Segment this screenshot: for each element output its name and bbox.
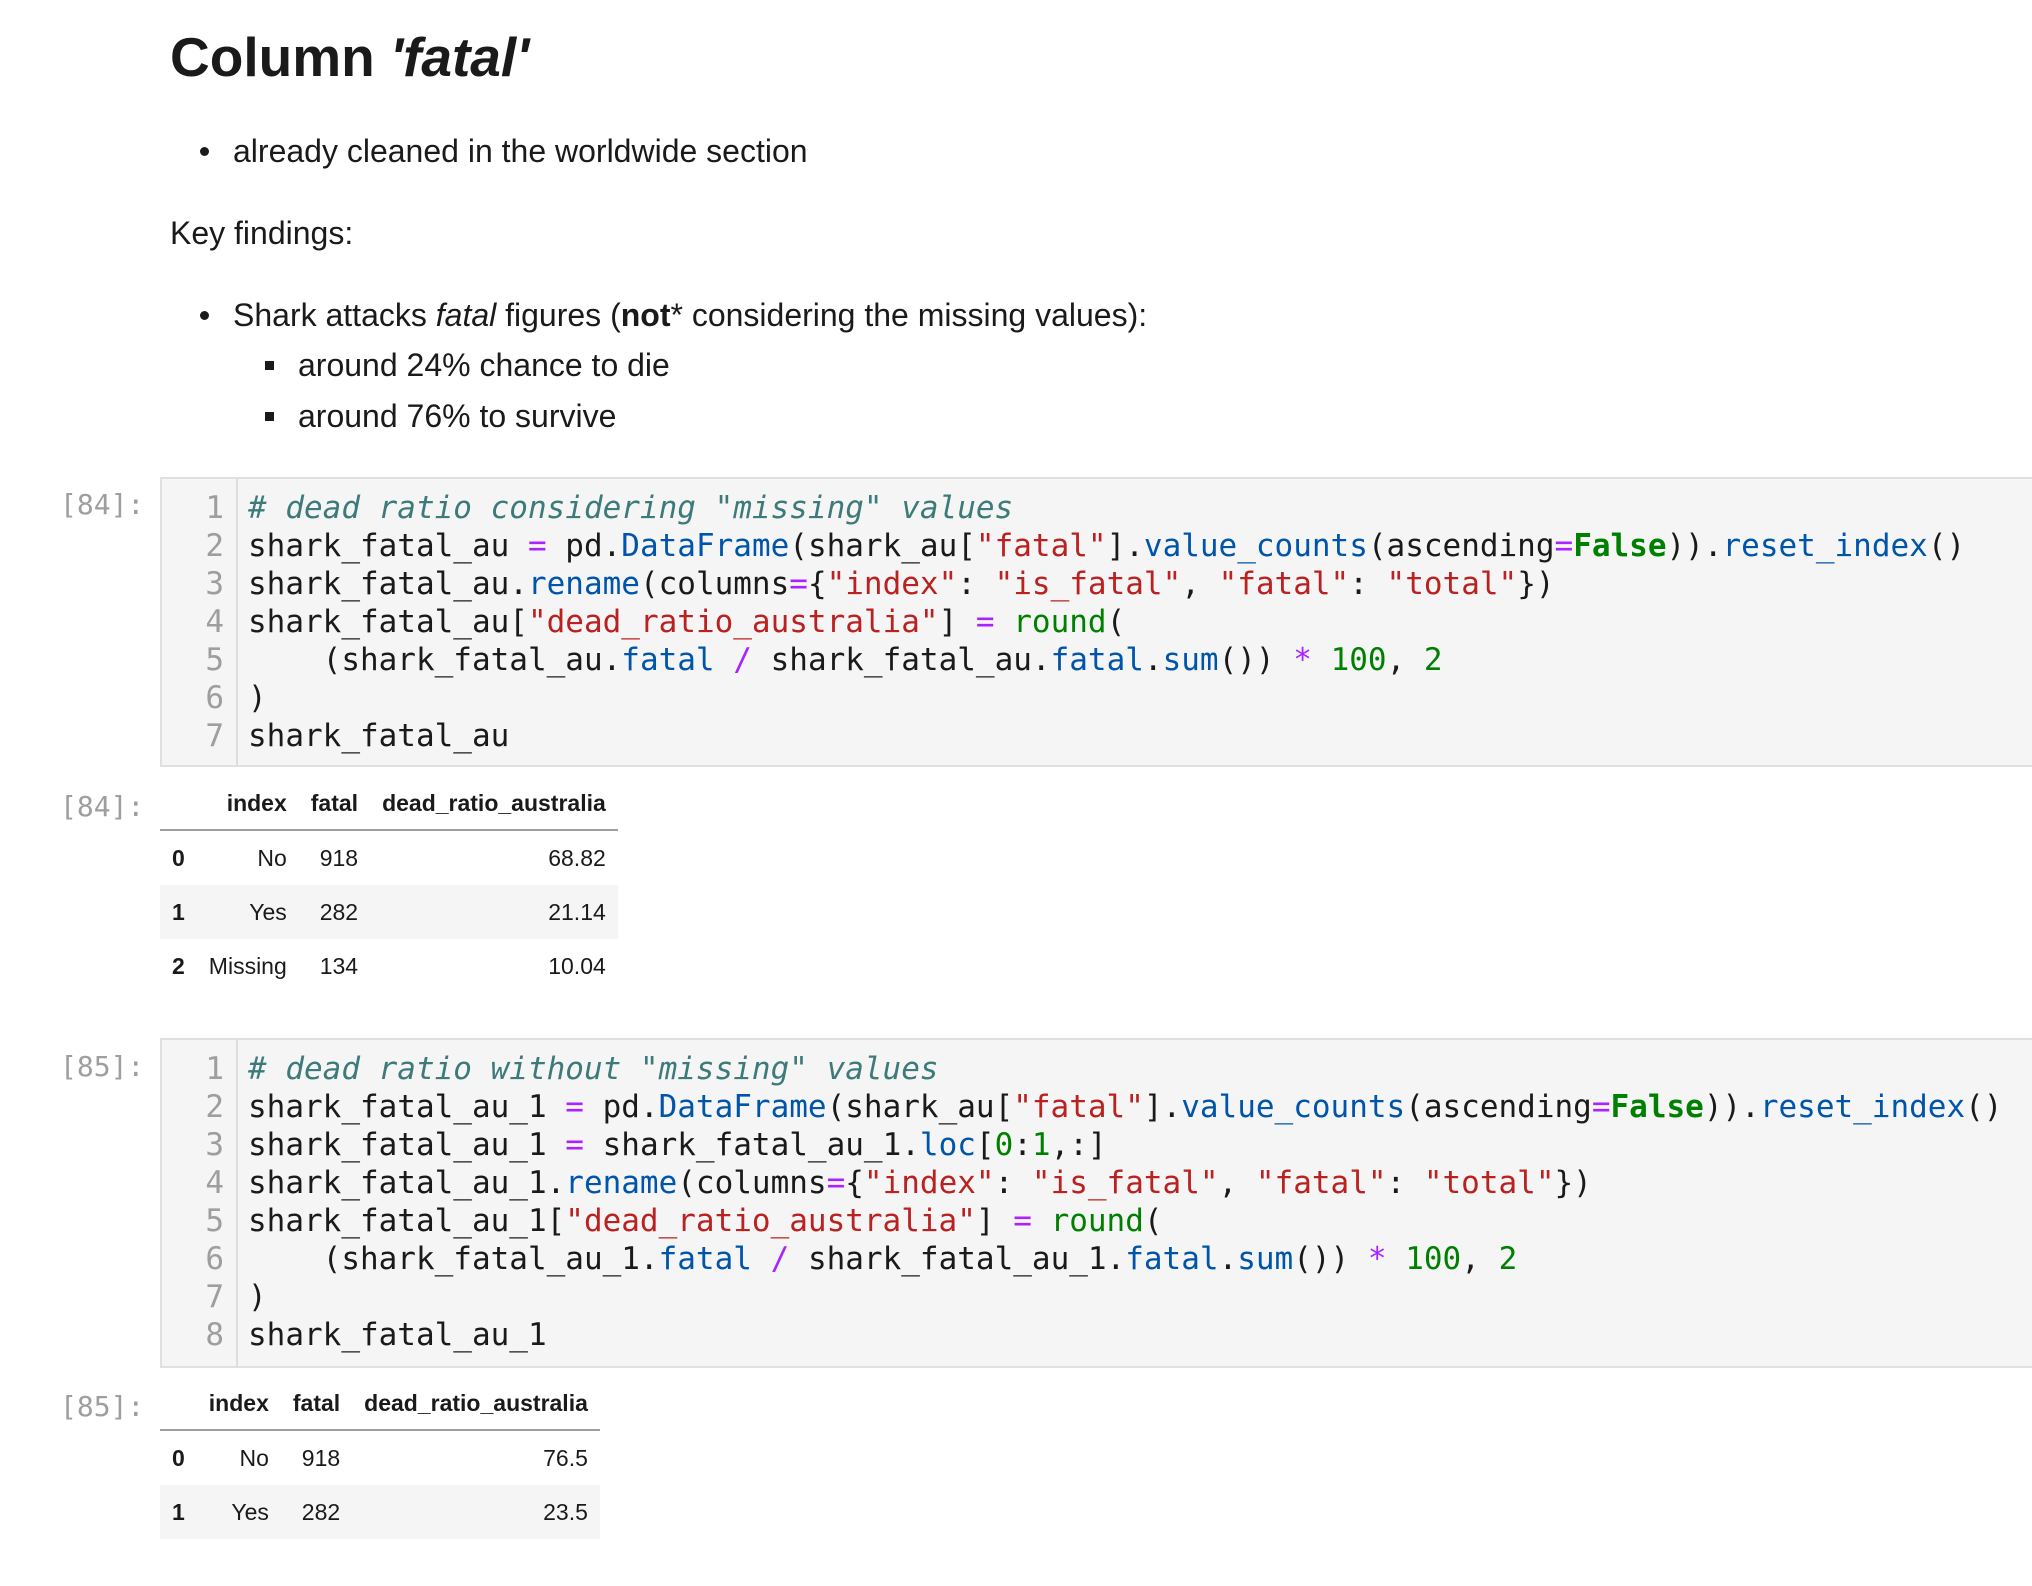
output-prompt: [84]:	[60, 790, 145, 823]
code-line: shark_fatal_au	[248, 718, 510, 754]
code-line: (shark_fatal_au_1.fatal / shark_fatal_au…	[248, 1241, 1518, 1277]
line-number: 1	[205, 490, 224, 526]
table-cell: 918	[319, 844, 359, 871]
output-prompt: [85]:	[60, 1390, 145, 1423]
line-number: 8	[205, 1317, 224, 1353]
table-row: 1 Yes 282 23.5	[160, 1485, 600, 1539]
table-cell: 10.04	[548, 952, 606, 979]
code-cell[interactable]: 12345678 # dead ratio without "missing" …	[160, 1038, 2032, 1368]
code-editor[interactable]: # dead ratio without "missing" values sha…	[248, 1050, 2002, 1354]
code-line: shark_fatal_au_1["dead_ratio_australia"]…	[248, 1203, 1163, 1239]
table-cell: 21.14	[548, 898, 606, 925]
sub-bullet-square	[265, 412, 274, 421]
column-header: dead_ratio_australia	[370, 777, 618, 831]
code-line: )	[248, 1279, 267, 1315]
code-line: (shark_fatal_au.fatal / shark_fatal_au.f…	[248, 642, 1443, 678]
row-index: 2	[172, 952, 185, 979]
bullet-dot	[200, 147, 209, 156]
input-prompt: [84]:	[60, 488, 145, 521]
bullet-dot	[200, 311, 209, 320]
code-line: )	[248, 680, 267, 716]
line-number: 3	[205, 1127, 224, 1163]
table-cell: Yes	[249, 898, 287, 925]
sub-bullet-text: around 24% chance to die	[298, 347, 670, 383]
key-findings-label: Key findings:	[170, 215, 354, 251]
table-row: 0 No 918 68.82	[160, 830, 618, 885]
line-number: 7	[205, 718, 224, 754]
code-line: shark_fatal_au_1.rename(columns={"index"…	[248, 1165, 1592, 1201]
line-number: 7	[205, 1279, 224, 1315]
section-heading: Column 'fatal'	[170, 26, 530, 88]
table-cell: 23.5	[543, 1498, 588, 1525]
line-number: 2	[205, 1089, 224, 1125]
table-cell: Yes	[231, 1498, 269, 1525]
code-cell[interactable]: 1234567 # dead ratio considering "missin…	[160, 477, 2032, 767]
column-header: fatal	[298, 777, 371, 831]
line-numbers: 1234567	[162, 489, 224, 755]
line-number: 4	[205, 604, 224, 640]
table-cell: 68.82	[548, 844, 606, 871]
line-number: 5	[205, 642, 224, 678]
code-editor[interactable]: # dead ratio considering "missing" value…	[248, 489, 1965, 755]
line-number: 2	[205, 528, 224, 564]
code-line: # dead ratio without "missing" values	[248, 1051, 939, 1087]
code-line: # dead ratio considering "missing" value…	[248, 490, 1014, 526]
table-cell: No	[239, 1444, 269, 1471]
line-number: 6	[205, 680, 224, 716]
column-header	[160, 777, 197, 831]
table-cell: 76.5	[543, 1444, 588, 1471]
sub-bullet-square	[265, 361, 274, 370]
table-cell: 134	[319, 952, 359, 979]
column-header: index	[196, 1377, 281, 1431]
bullet-text: Shark attacks fatal figures (not* consid…	[233, 297, 1148, 333]
row-index: 0	[172, 1444, 185, 1471]
column-header	[160, 1377, 197, 1431]
row-index: 1	[172, 1498, 185, 1525]
table-row: 1 Yes 282 21.14	[160, 885, 618, 939]
code-line: shark_fatal_au["dead_ratio_australia"] =…	[248, 604, 1126, 640]
line-number: 6	[205, 1241, 224, 1277]
column-header: fatal	[280, 1377, 353, 1431]
code-line: shark_fatal_au = pd.DataFrame(shark_au["…	[248, 528, 1966, 564]
table-cell: 282	[301, 1498, 341, 1525]
table-row: 2 Missing 134 10.04	[160, 939, 618, 993]
row-index: 1	[172, 898, 185, 925]
code-line: shark_fatal_au_1 = pd.DataFrame(shark_au…	[248, 1089, 2003, 1125]
line-number: 5	[205, 1203, 224, 1239]
column-header: dead_ratio_australia	[352, 1377, 600, 1431]
line-number: 4	[205, 1165, 224, 1201]
sub-bullet-text: around 76% to survive	[298, 398, 617, 434]
line-number: 1	[205, 1051, 224, 1087]
input-prompt: [85]:	[60, 1050, 145, 1083]
column-header: index	[196, 777, 299, 831]
table-cell: 282	[319, 898, 359, 925]
code-line: shark_fatal_au.rename(columns={"index": …	[248, 566, 1555, 602]
row-index: 0	[172, 844, 185, 871]
table-cell: 918	[301, 1444, 341, 1471]
code-line: shark_fatal_au_1	[248, 1317, 547, 1353]
code-line: shark_fatal_au_1 = shark_fatal_au_1.loc[…	[248, 1127, 1107, 1163]
dataframe-output: index fatal dead_ratio_australia 0 No 918 76.5…	[160, 1377, 600, 1539]
dataframe-output: index fatal dead_ratio_australia 0 No 918 68.8…	[160, 777, 618, 993]
bullet-text: already cleaned in the worldwide section	[233, 133, 808, 169]
table-cell: No	[257, 844, 287, 871]
table-cell: Missing	[208, 952, 287, 979]
line-number: 3	[205, 566, 224, 602]
line-numbers: 12345678	[162, 1050, 224, 1354]
table-row: 0 No 918 76.5	[160, 1430, 600, 1485]
